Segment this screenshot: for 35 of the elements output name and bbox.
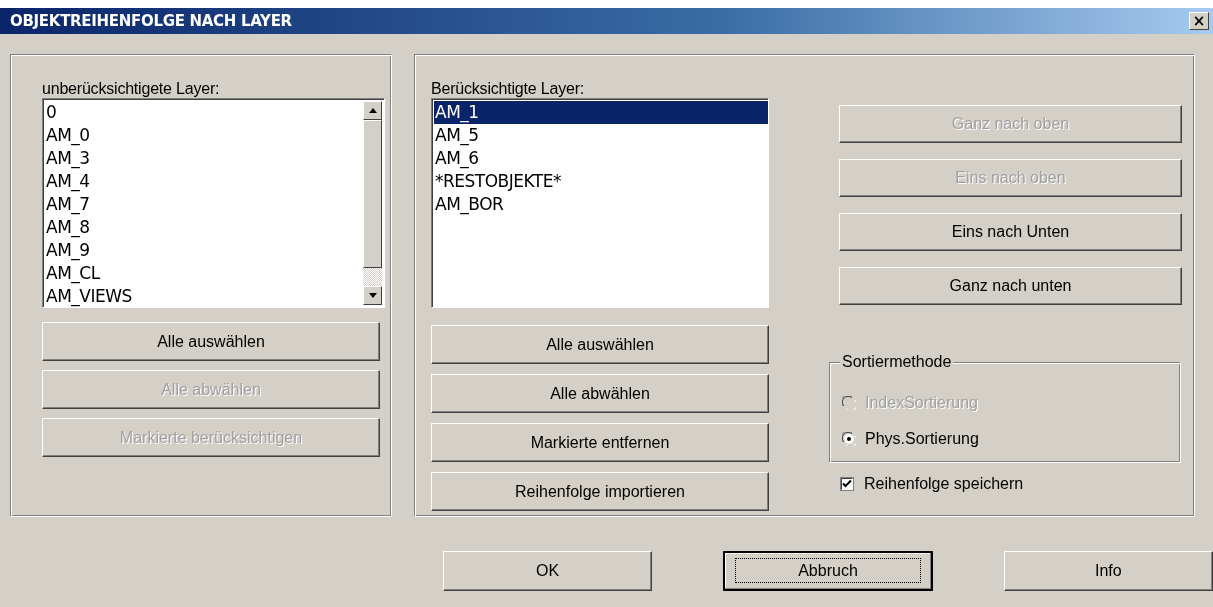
action-button[interactable]: Alle auswählen: [431, 325, 769, 364]
dialog-button[interactable]: Info: [1003, 551, 1213, 591]
list-item[interactable]: AM_VIEWS: [45, 285, 363, 307]
close-button[interactable]: ×: [1189, 12, 1209, 30]
window-title: OBJEKTREIHENFOLGE NACH LAYER: [10, 12, 293, 30]
list-item[interactable]: AM_8: [45, 216, 363, 239]
action-button[interactable]: Eins nach Unten: [839, 213, 1182, 251]
scrollbar[interactable]: [363, 101, 382, 305]
list-item[interactable]: AM_CL: [45, 262, 363, 285]
checkbox[interactable]: [840, 477, 854, 491]
dialog-button[interactable]: OK: [443, 551, 653, 591]
radio-label: Phys.Sortierung: [865, 430, 979, 448]
list-item[interactable]: *RESTOBJEKTE*: [434, 170, 768, 193]
list-item[interactable]: AM_0: [45, 124, 363, 147]
list-item[interactable]: AM_7: [45, 193, 363, 216]
up-arrow-icon: [368, 108, 377, 113]
list-item[interactable]: AM_6: [434, 147, 768, 170]
dialog-button[interactable]: Abbruch: [723, 551, 933, 591]
list-item[interactable]: AM_5: [434, 124, 768, 147]
radio-button[interactable]: [842, 432, 856, 446]
list-item[interactable]: AM_4: [45, 170, 363, 193]
list-item[interactable]: 0: [45, 101, 363, 124]
down-arrow-icon: [368, 293, 377, 298]
action-button[interactable]: Alle auswählen: [42, 322, 380, 361]
action-button[interactable]: Reihenfolge importieren: [431, 472, 769, 511]
list-label: unberücksichtigete Layer:: [42, 79, 221, 98]
action-button[interactable]: Alle abwählen: [431, 374, 769, 413]
action-button[interactable]: Ganz nach unten: [839, 267, 1182, 305]
list-item[interactable]: AM_BOR: [434, 193, 768, 216]
list-item[interactable]: AM_9: [45, 239, 363, 262]
list-label: Berücksichtigte Layer:: [431, 79, 585, 98]
action-button[interactable]: Markierte entfernen: [431, 423, 769, 462]
list-item[interactable]: AM_3: [45, 147, 363, 170]
list-item[interactable]: AM_1: [434, 101, 768, 124]
checkbox-label: Reihenfolge speichern: [864, 475, 1024, 493]
